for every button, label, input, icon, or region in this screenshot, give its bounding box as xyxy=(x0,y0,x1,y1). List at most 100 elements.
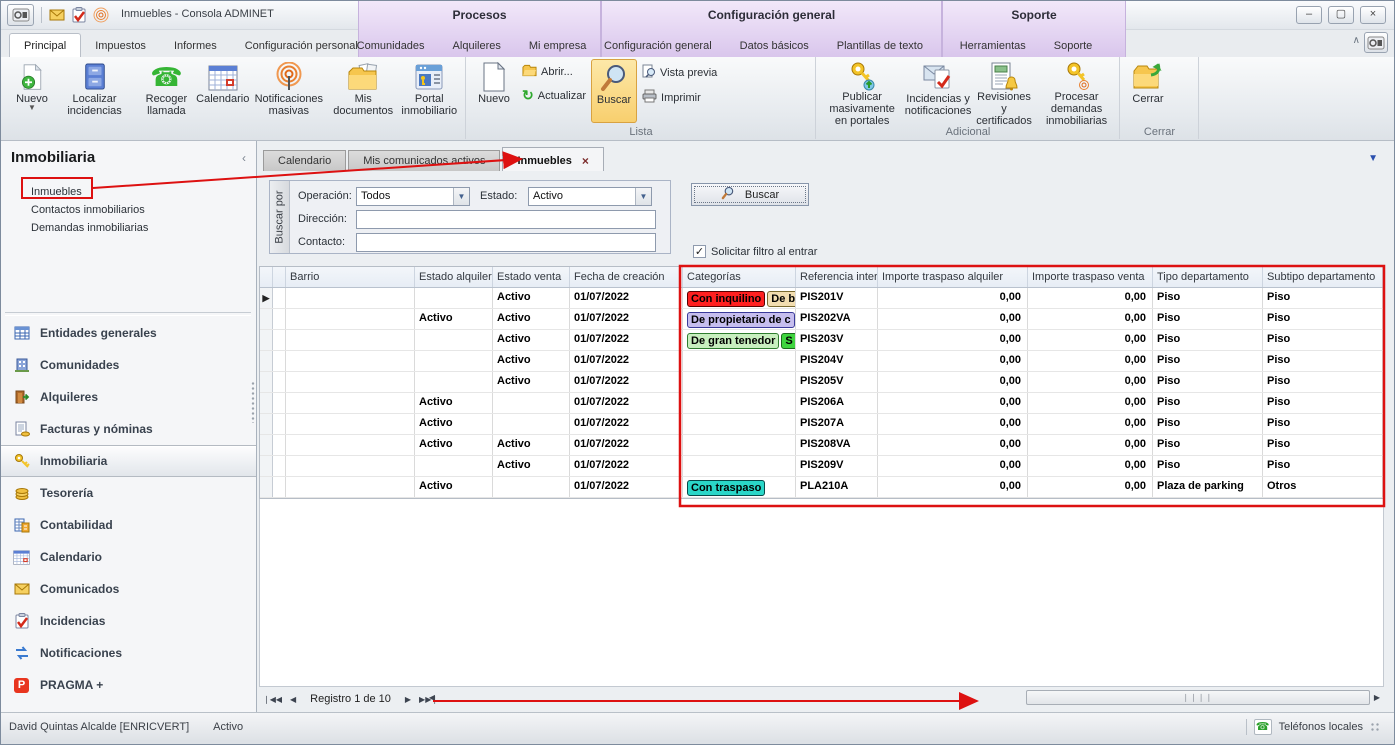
scroll-left-icon[interactable]: ◀ xyxy=(425,693,439,702)
clipboard-check-icon[interactable] xyxy=(72,7,86,23)
column-header-estado_alquiler[interactable]: Estado alquiler xyxy=(415,267,493,287)
direccion-input[interactable] xyxy=(356,210,656,229)
column-header-importe_traspaso_alquiler[interactable]: Importe traspaso alquiler xyxy=(878,267,1028,287)
sidebar-module-contabilidad[interactable]: Contabilidad xyxy=(1,509,256,541)
imprimir-button[interactable]: Imprimir xyxy=(638,88,721,107)
horizontal-scrollbar[interactable]: ◀ ❘❘❘❘ ▶ xyxy=(425,689,1384,706)
column-header-estado_venta[interactable]: Estado venta xyxy=(493,267,570,287)
restore-button[interactable]: ▢ xyxy=(1328,6,1354,24)
tab-list-dropdown-icon[interactable]: ▼ xyxy=(1368,153,1378,164)
sidebar-item-inmuebles[interactable]: Inmuebles xyxy=(31,183,82,201)
close-button[interactable]: × xyxy=(1360,6,1386,24)
document-tab-calendario[interactable]: Calendario xyxy=(263,150,346,171)
nuevo-button[interactable]: Nuevo xyxy=(471,59,517,123)
close-tab-icon[interactable]: × xyxy=(582,154,589,168)
next-record-button[interactable]: ▶ xyxy=(401,693,415,706)
sidebar-module-tesorer-a[interactable]: Tesorería xyxy=(1,477,256,509)
chevron-left-icon[interactable]: ‹ xyxy=(242,151,246,165)
telefonos-locales-label[interactable]: Teléfonos locales xyxy=(1279,721,1363,733)
sidebar-item-demandas-inmobiliarias[interactable]: Demandas inmobiliarias xyxy=(31,219,148,237)
nuevo-button[interactable]: Nuevo▼ xyxy=(9,59,55,123)
abrir--button[interactable]: Abrir... xyxy=(518,63,590,81)
column-header-importe_traspaso_venta[interactable]: Importe traspaso venta xyxy=(1028,267,1153,287)
column-header-fecha_creacion[interactable]: Fecha de creación xyxy=(570,267,683,287)
document-tab-mis-comunicados-activos[interactable]: Mis comunicados activos xyxy=(348,150,500,171)
table-row[interactable]: Activo01/07/2022PIS207A0,000,00PisoPiso xyxy=(260,414,1383,435)
chevron-down-icon[interactable]: ▼ xyxy=(635,188,651,205)
first-record-button[interactable]: ❘◀◀ xyxy=(259,693,286,706)
table-row[interactable]: Activo01/07/2022PIS204V0,000,00PisoPiso xyxy=(260,351,1383,372)
table-row[interactable]: Activo01/07/2022PIS205V0,000,00PisoPiso xyxy=(260,372,1383,393)
localizar-incidencias-button[interactable]: Localizar incidencias xyxy=(56,59,133,123)
ribbon-tab-comunidades[interactable]: Comunidades xyxy=(343,34,439,57)
prev-record-button[interactable]: ◀ xyxy=(286,693,300,706)
sidebar-module-entidades-generales[interactable]: Entidades generales xyxy=(1,317,256,349)
app-icon[interactable] xyxy=(7,4,34,26)
cerrar-button[interactable]: Cerrar xyxy=(1125,59,1171,123)
chevron-down-icon[interactable]: ▼ xyxy=(453,188,469,205)
ribbon-tab-informes[interactable]: Informes xyxy=(160,34,231,57)
ribbon-tab-soporte[interactable]: Soporte xyxy=(1040,34,1107,57)
sidebar-resize-grip[interactable] xyxy=(251,381,255,423)
publicar-masivamente-en-portales-button[interactable]: Publicar masivamente en portales xyxy=(821,59,903,123)
sidebar-module-comunicados[interactable]: Comunicados xyxy=(1,573,256,605)
scroll-right-icon[interactable]: ▶ xyxy=(1370,693,1384,702)
operacion-select[interactable]: Todos ▼ xyxy=(356,187,470,206)
table-row[interactable]: ▶Activo01/07/2022Con inquilinoDe baPIS20… xyxy=(260,288,1383,309)
resize-grip[interactable] xyxy=(1370,722,1380,732)
vista-previa-button[interactable]: Vista previa xyxy=(638,63,721,82)
mis-documentos-button[interactable]: Mis documentos xyxy=(332,59,395,123)
ribbon-tab-herramientas[interactable]: Herramientas xyxy=(946,34,1040,57)
ribbon-tab-principal[interactable]: Principal xyxy=(9,33,81,57)
buscar-button[interactable]: Buscar xyxy=(591,59,637,123)
sidebar-module-inmobiliaria[interactable]: Inmobiliaria xyxy=(1,445,256,477)
revisiones-y-certificados-button[interactable]: Revisiones y certificados xyxy=(973,59,1035,123)
column-header-tipo_departamento[interactable]: Tipo departamento xyxy=(1153,267,1263,287)
ribbon-tab-plantillas-de-texto[interactable]: Plantillas de texto xyxy=(823,34,937,57)
table-row[interactable]: Activo01/07/2022PIS206A0,000,00PisoPiso xyxy=(260,393,1383,414)
sidebar-module-notificaciones[interactable]: Notificaciones xyxy=(1,637,256,669)
buscar-button[interactable]: Buscar xyxy=(691,183,809,206)
notificaciones-masivas-button[interactable]: Notificaciones masivas xyxy=(247,59,331,123)
portal-inmobiliario-button[interactable]: Portal inmobiliario xyxy=(395,59,463,123)
column-header-categorias[interactable]: Categorías xyxy=(683,267,796,287)
sidebar-module-incidencias[interactable]: Incidencias xyxy=(1,605,256,637)
actualizar-button[interactable]: ↻Actualizar xyxy=(518,87,590,104)
contacto-input[interactable] xyxy=(356,233,656,252)
chevron-up-icon[interactable]: ∧ xyxy=(1353,35,1360,46)
ribbon-tab-datos-b-sicos[interactable]: Datos básicos xyxy=(726,34,823,57)
cell-estado_venta: Activo xyxy=(493,288,570,308)
table-row[interactable]: Activo01/07/2022Con traspasoPLA210A0,000… xyxy=(260,477,1383,498)
table-row[interactable]: Activo01/07/2022PIS209V0,000,00PisoPiso xyxy=(260,456,1383,477)
sidebar-item-contactos-inmobiliarios[interactable]: Contactos inmobiliarios xyxy=(31,201,145,219)
ribbon-tab-mi-empresa[interactable]: Mi empresa xyxy=(515,34,600,57)
ribbon-tab-impuestos[interactable]: Impuestos xyxy=(81,34,160,57)
sidebar-module-comunidades[interactable]: Comunidades xyxy=(1,349,256,381)
app-icon[interactable] xyxy=(1364,32,1388,53)
table-row[interactable]: Activo01/07/2022De gran tenedorSPIS203V0… xyxy=(260,330,1383,351)
sidebar-module-pragma-[interactable]: PPRAGMA + xyxy=(1,669,256,701)
sidebar-module-facturas-y-n-minas[interactable]: Facturas y nóminas xyxy=(1,413,256,445)
recoger-llamada-button[interactable]: ☎Recoger llamada xyxy=(134,59,199,123)
procesar-demandas-inmobiliarias-button[interactable]: Procesar demandas inmobiliarias xyxy=(1036,59,1117,123)
ribbon-tab-configuraci-n-general[interactable]: Configuración general xyxy=(590,34,726,57)
column-header-barrio[interactable]: Barrio xyxy=(286,267,415,287)
sidebar-module-alquileres[interactable]: Alquileres xyxy=(1,381,256,413)
table-row[interactable]: ActivoActivo01/07/2022De propietario de … xyxy=(260,309,1383,330)
document-tab-inmuebles[interactable]: Inmuebles× xyxy=(502,147,603,171)
scrollbar-track[interactable]: ❘❘❘❘ xyxy=(439,690,1370,705)
column-header-subtipo_departamento[interactable]: Subtipo departamento xyxy=(1263,267,1383,287)
ribbon-tab-alquileres[interactable]: Alquileres xyxy=(439,34,515,57)
incidencias-y-notificaciones-button[interactable]: Incidencias y notificaciones xyxy=(904,59,972,123)
radio-icon[interactable] xyxy=(93,7,109,23)
solicitar-filtro-checkbox[interactable]: ✓ xyxy=(693,245,706,258)
mail-icon[interactable] xyxy=(49,9,65,21)
column-header-referencia[interactable]: Referencia interna xyxy=(796,267,878,287)
table-row[interactable]: ActivoActivo01/07/2022PIS208VA0,000,00Pi… xyxy=(260,435,1383,456)
sidebar-module-calendario[interactable]: Calendario xyxy=(1,541,256,573)
cell-importe_traspaso_venta: 0,00 xyxy=(1028,309,1153,329)
minimize-button[interactable]: – xyxy=(1296,6,1322,24)
estado-select[interactable]: Activo ▼ xyxy=(528,187,652,206)
scrollbar-thumb[interactable]: ❘❘❘❘ xyxy=(1026,690,1370,705)
calendario-button[interactable]: Calendario xyxy=(200,59,246,123)
